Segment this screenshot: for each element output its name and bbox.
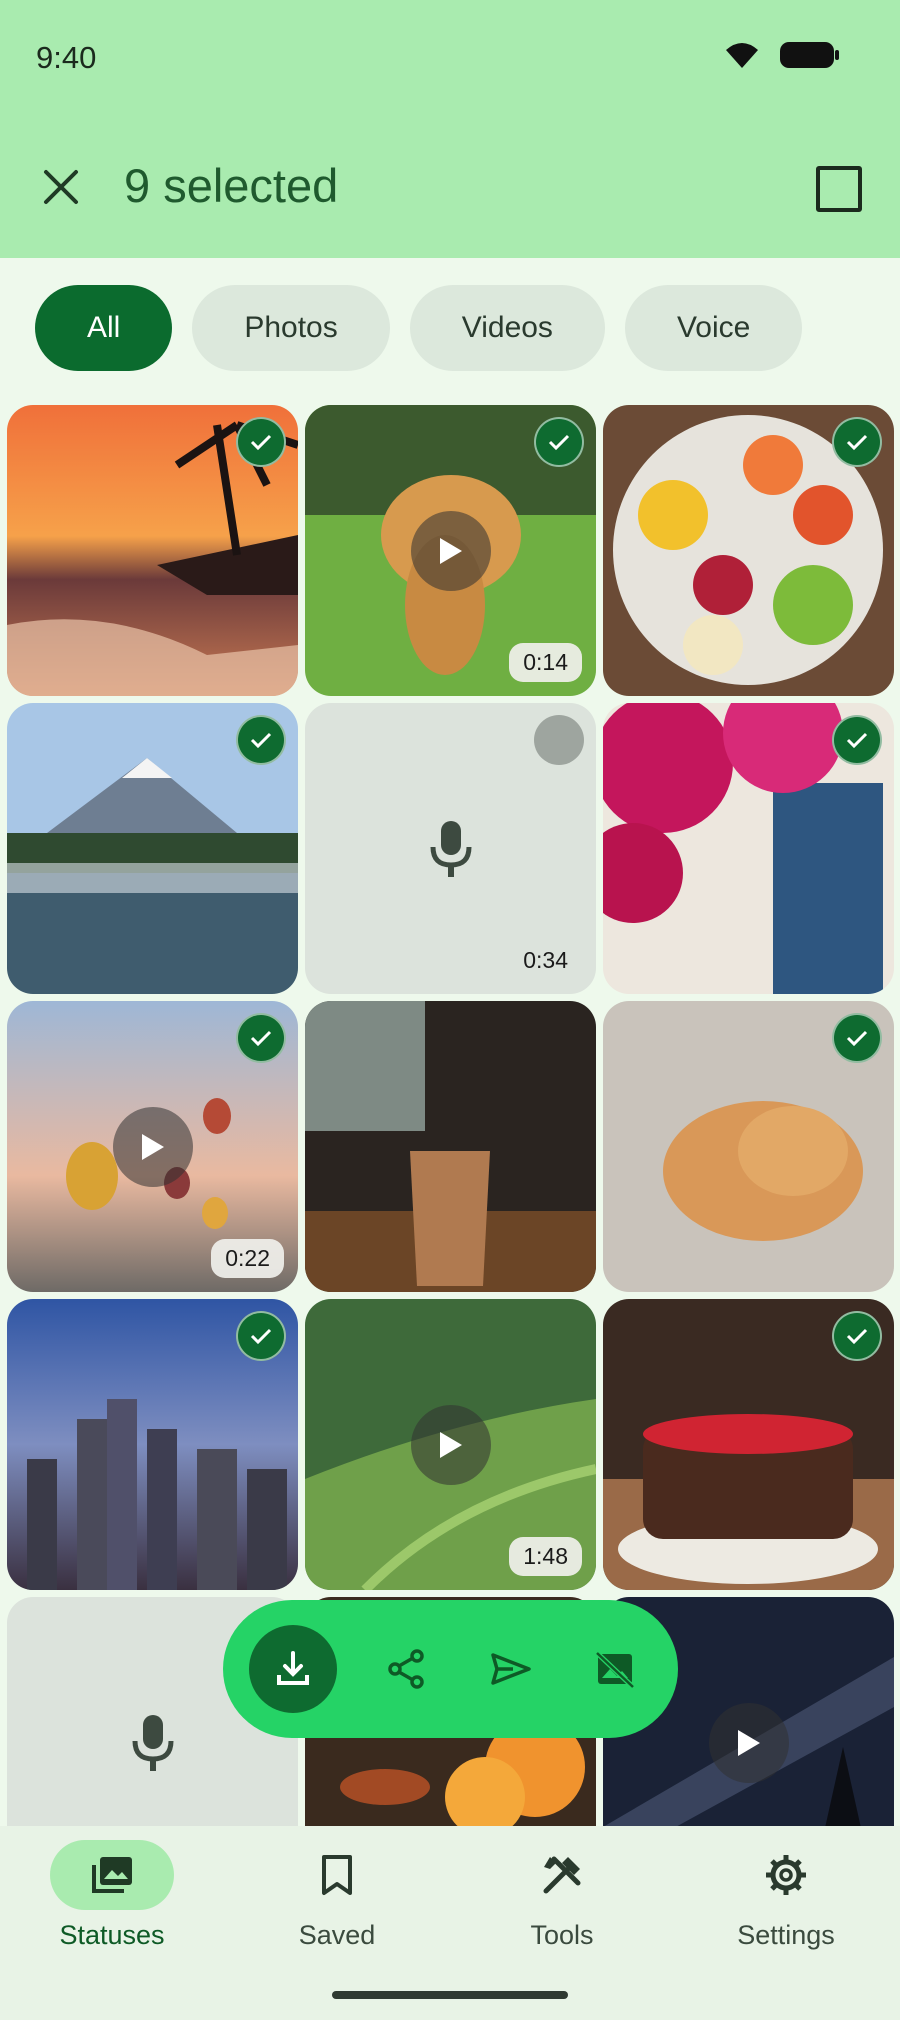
selected-check-icon (832, 417, 882, 467)
nav-item-tools[interactable]: Tools (462, 1840, 662, 1951)
selected-check-icon (832, 1311, 882, 1361)
tools-icon (543, 1856, 581, 1894)
filter-chips: All Photos Videos Voice (35, 285, 803, 371)
voice-duration: 0:34 (523, 947, 568, 973)
selected-check-icon (832, 1013, 882, 1063)
close-icon[interactable] (36, 162, 86, 212)
selected-check-icon (236, 417, 286, 467)
gear-icon (766, 1855, 806, 1895)
selected-check-icon (236, 715, 286, 765)
selected-check-icon (832, 715, 882, 765)
nav-item-settings[interactable]: Settings (686, 1840, 886, 1951)
nav-item-saved[interactable]: Saved (237, 1840, 437, 1951)
wifi-icon (726, 43, 758, 68)
status-tile-city[interactable] (7, 1299, 298, 1590)
status-tile-terraces-video[interactable]: 1:48 (305, 1299, 596, 1590)
microphone-icon (430, 820, 471, 877)
unselected-circle-icon (534, 715, 584, 765)
filter-chip-voice[interactable]: Voice (624, 285, 803, 371)
nav-pill-settings (724, 1840, 848, 1910)
nav-pill-saved (275, 1840, 399, 1910)
statuses-icon (92, 1857, 132, 1893)
home-indicator[interactable] (332, 1991, 568, 1999)
status-tile-sunset[interactable] (7, 405, 298, 696)
play-icon (112, 1106, 193, 1187)
status-tile-flowers[interactable] (603, 703, 894, 994)
status-tile-kitten[interactable] (603, 1001, 894, 1292)
nav-label-tools: Tools (530, 1920, 594, 1950)
nav-label-statuses: Statuses (59, 1920, 165, 1950)
status-tile-voice-1[interactable]: 0:34 (305, 703, 596, 994)
bookmark-icon (322, 1855, 352, 1895)
status-tile-coffee[interactable] (305, 1001, 596, 1292)
status-tile-puppy-video[interactable]: 0:14 (305, 405, 596, 696)
status-tile-cake[interactable] (603, 1299, 894, 1590)
play-icon (708, 1702, 789, 1783)
selected-check-icon (236, 1013, 286, 1063)
selection-count-title: 9 selected (124, 159, 339, 212)
status-tile-mountain-lake[interactable] (7, 703, 298, 994)
nav-pill-tools (500, 1840, 624, 1910)
share-button[interactable] (355, 1617, 459, 1721)
filter-chip-videos[interactable]: Videos (409, 285, 605, 371)
filter-chip-photos[interactable]: Photos (192, 285, 390, 371)
selected-check-icon (534, 417, 584, 467)
send-icon (491, 1653, 531, 1685)
filter-chip-all[interactable]: All (35, 285, 173, 371)
selected-check-icon (236, 1311, 286, 1361)
status-time: 9:40 (36, 40, 97, 75)
status-tile-fruit[interactable] (603, 405, 894, 696)
nav-label-settings: Settings (737, 1920, 835, 1950)
play-icon (410, 510, 491, 591)
nav-pill-statuses (50, 1840, 174, 1910)
hide-image-icon (595, 1651, 635, 1689)
video-duration: 0:14 (509, 643, 582, 682)
coffee-image (305, 1001, 596, 1292)
status-icons (722, 40, 840, 70)
app-bar: 9:40 9 selected (0, 0, 900, 258)
send-button[interactable] (459, 1617, 563, 1721)
nav-item-statuses[interactable]: Statuses (12, 1840, 212, 1951)
download-icon (277, 1651, 309, 1685)
select-all-checkbox[interactable] (816, 166, 862, 212)
hide-button[interactable] (563, 1617, 667, 1721)
nav-label-saved: Saved (298, 1920, 376, 1950)
bottom-navigation: Statuses Saved Tools Settings (0, 1826, 900, 2020)
status-tile-balloons-video[interactable]: 0:22 (7, 1001, 298, 1292)
microphone-icon (132, 1714, 173, 1771)
download-button[interactable] (249, 1625, 337, 1713)
share-icon (388, 1649, 424, 1689)
video-duration: 0:22 (211, 1239, 284, 1278)
selection-action-bar (223, 1600, 678, 1738)
video-duration: 1:48 (509, 1537, 582, 1576)
play-icon (410, 1404, 491, 1485)
battery-icon (780, 42, 839, 68)
